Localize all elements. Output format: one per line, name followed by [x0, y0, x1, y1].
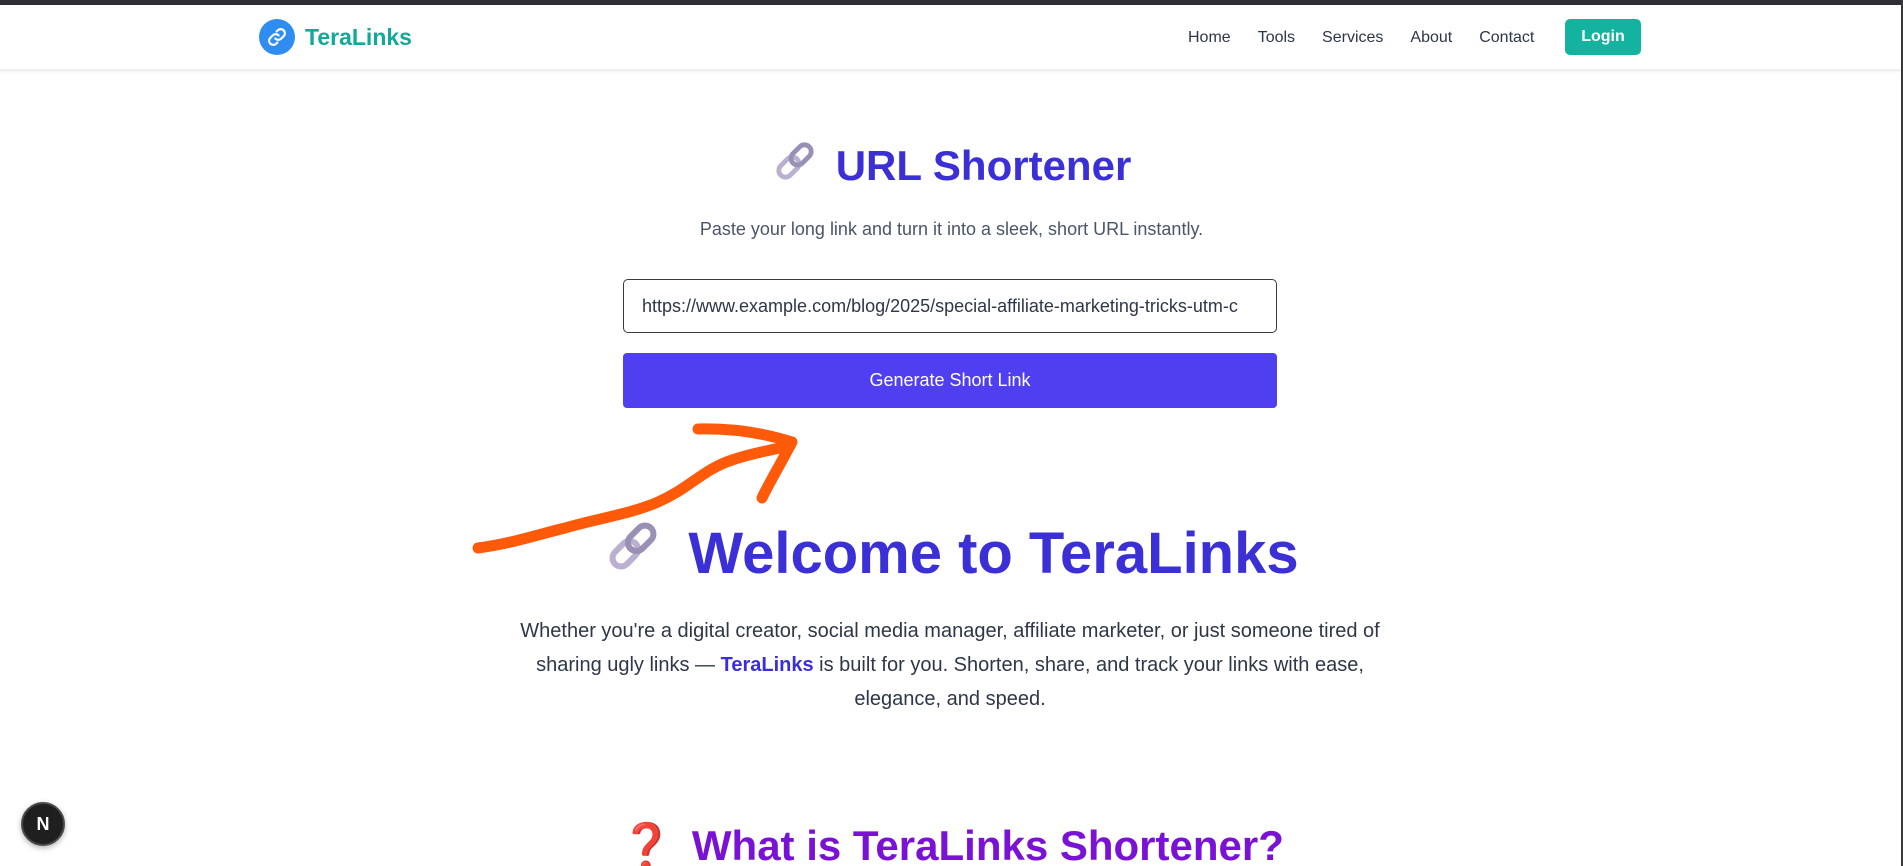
- chain-link-icon: [772, 138, 818, 194]
- nav-links: Home Tools Services About Contact: [1188, 23, 1561, 53]
- page-title: URL Shortener: [835, 142, 1132, 189]
- link-icon: [259, 19, 295, 55]
- brand-name: TeraLinks: [305, 23, 412, 50]
- welcome-heading: Welcome to TeraLinks: [0, 517, 1903, 589]
- nav-link-home[interactable]: Home: [1188, 29, 1231, 47]
- welcome-paragraph: Whether you're a digital creator, social…: [510, 614, 1390, 716]
- hero-subtitle: Paste your long link and turn it into a …: [699, 219, 1204, 239]
- brand-home-link[interactable]: TeraLinks: [259, 19, 412, 55]
- navbar: TeraLinks Home Tools Services About Cont…: [0, 5, 1901, 70]
- nav-link-tools[interactable]: Tools: [1258, 29, 1295, 47]
- generate-short-link-button[interactable]: Generate Short Link: [623, 353, 1277, 408]
- dev-tools-badge[interactable]: N: [21, 802, 65, 846]
- hero-heading: URL Shortener: [0, 138, 1903, 194]
- chain-link-icon: [604, 517, 662, 589]
- nav-link-about[interactable]: About: [1410, 29, 1452, 47]
- login-button[interactable]: Login: [1565, 19, 1641, 55]
- what-is-title-text: What is TeraLinks Shortener?: [691, 822, 1284, 866]
- nav-link-services[interactable]: Services: [1322, 29, 1383, 47]
- welcome-text-after: is built for you. Shorten, share, and tr…: [813, 654, 1364, 710]
- browser-viewport: TeraLinks Home Tools Services About Cont…: [0, 0, 1903, 866]
- nav-link-contact[interactable]: Contact: [1479, 29, 1534, 47]
- what-is-heading: ❓ What is TeraLinks Shortener?: [0, 820, 1903, 866]
- question-mark-icon: ❓: [619, 822, 674, 866]
- welcome-brand-name: TeraLinks: [720, 654, 814, 676]
- welcome-title-text: Welcome to TeraLinks: [688, 520, 1299, 586]
- long-url-input[interactable]: [623, 279, 1277, 333]
